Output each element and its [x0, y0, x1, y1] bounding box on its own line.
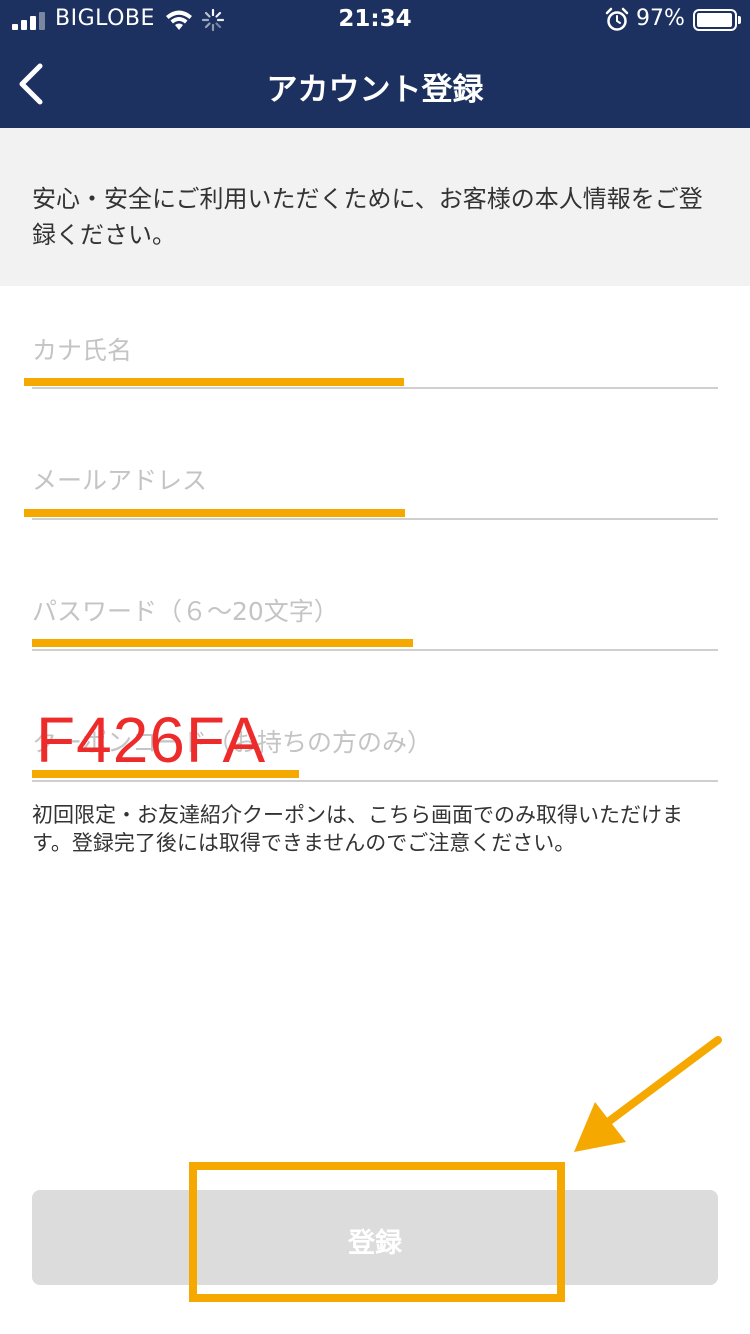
- highlight-mark: [24, 509, 405, 517]
- coupon-underline: [32, 780, 718, 782]
- arrow-icon: [574, 1036, 722, 1152]
- highlight-mark: [24, 378, 404, 386]
- password-underline: [32, 649, 718, 651]
- register-button-label: 登録: [348, 1228, 402, 1259]
- register-button[interactable]: 登録: [32, 1190, 718, 1285]
- notice-text: 安心・安全にご利用いただくために、お客様の本人情報をご登録ください。: [32, 185, 703, 249]
- password-input[interactable]: [32, 589, 718, 633]
- navigation-bar: アカウント登録: [0, 40, 750, 128]
- page-title: アカウント登録: [266, 72, 484, 108]
- handwritten-coupon-code: F426FA: [36, 704, 267, 776]
- alarm-icon: [605, 7, 629, 31]
- kana-name-underline: [32, 387, 718, 389]
- coupon-note: 初回限定・お友達紹介クーポンは、こちら画面でのみ取得いただけます。登録完了後には…: [32, 803, 683, 855]
- battery-icon: [693, 9, 741, 31]
- email-input[interactable]: [32, 458, 718, 502]
- highlight-mark: [32, 639, 413, 647]
- battery-percent: 97%: [636, 6, 685, 31]
- highlight-mark: [32, 770, 299, 778]
- kana-name-input[interactable]: [32, 328, 718, 372]
- battery-level-fill: [697, 13, 732, 27]
- status-bar: BIGLOBE 21:34 97%: [0, 0, 750, 40]
- info-notice: 安心・安全にご利用いただくために、お客様の本人情報をご登録ください。: [0, 128, 750, 286]
- email-underline: [32, 518, 718, 520]
